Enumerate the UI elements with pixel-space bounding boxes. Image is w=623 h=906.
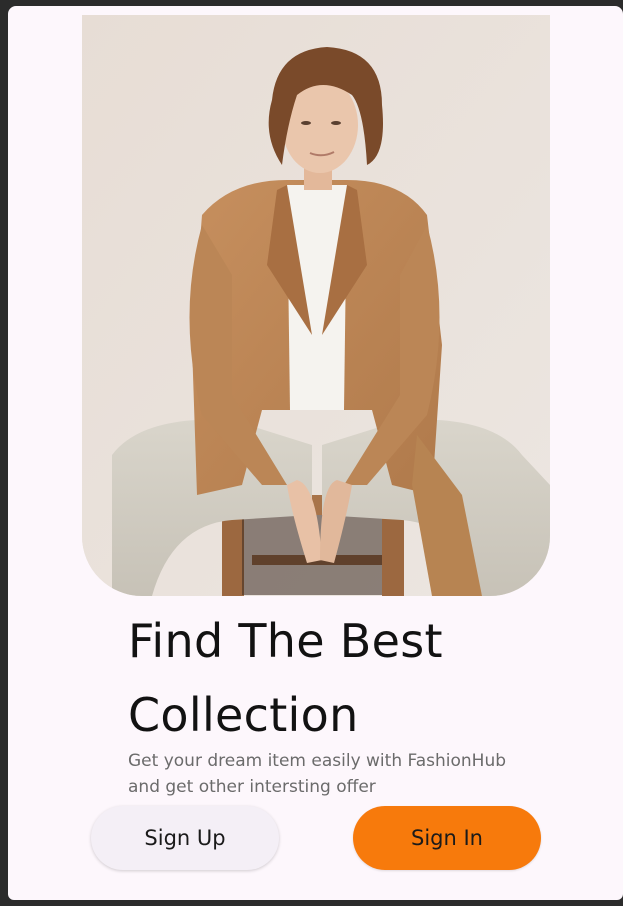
app-screen: Find The Best Collection Get your dream … — [8, 6, 623, 900]
window-frame-left — [0, 0, 8, 906]
headline-line-2: Collection — [128, 688, 359, 742]
window-frame-bottom — [0, 900, 623, 906]
sign-up-button[interactable]: Sign Up — [91, 806, 279, 870]
description: Get your dream item easily with FashionH… — [128, 748, 528, 800]
description-line-1: Get your dream item easily with FashionH… — [128, 751, 507, 771]
headline-line-1: Find The Best — [128, 614, 443, 668]
sign-in-button[interactable]: Sign In — [353, 806, 541, 870]
description-line-2: and get other intersting offer — [128, 777, 376, 797]
headline: Find The Best Collection — [128, 604, 548, 752]
hero-image — [82, 15, 550, 596]
